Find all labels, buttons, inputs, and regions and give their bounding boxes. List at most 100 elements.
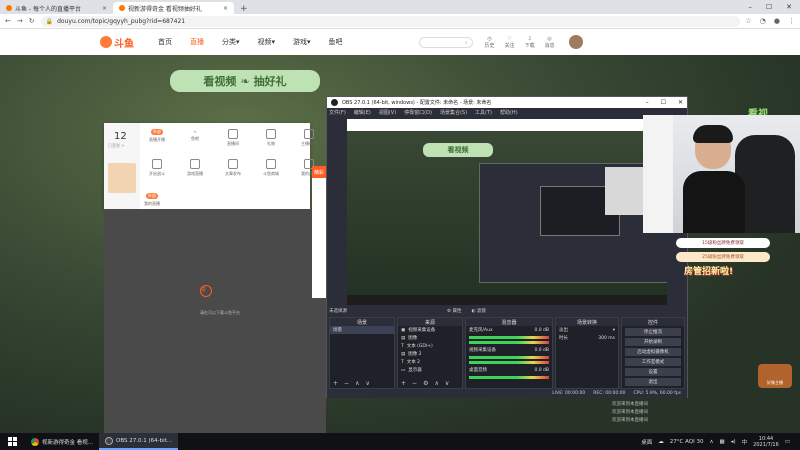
controls-header: 控件 [622, 318, 684, 326]
source-item[interactable]: ▤ 图像 2 [398, 350, 462, 358]
fan-badge-banner-1[interactable]: 15级粉丝牌免费领取 [676, 238, 770, 248]
browser-tab-active[interactable]: 视新游得奇金 看视频抽好礼 × [113, 2, 234, 14]
dropdown-item[interactable]: 斗鱼商城 [258, 159, 284, 177]
profile-icon[interactable]: ● [774, 17, 780, 25]
obs-minimize-icon[interactable]: – [646, 99, 649, 106]
remove-icon[interactable]: − [344, 380, 349, 387]
obs-menu-scene-collection[interactable]: 场景集合(S) [440, 109, 467, 116]
remove-icon[interactable]: − [412, 380, 417, 387]
add-icon[interactable]: + [333, 380, 338, 387]
ime-indicator[interactable]: 中 [742, 438, 748, 446]
mixer-channel: 麦克风/Aux 0.0 dB [469, 327, 549, 334]
down-icon[interactable]: ∨ [445, 380, 449, 387]
down-icon[interactable]: ∨ [365, 380, 369, 387]
nav-item-yuba[interactable]: 鱼吧 [329, 37, 343, 47]
address-bar[interactable]: 🔒 douyu.com/topic/gqyyh_pubg?rid=687421 [40, 15, 740, 27]
obs-menu-tools[interactable]: 工具(T) [475, 109, 492, 116]
forward-icon[interactable]: → [17, 17, 23, 25]
maximize-icon[interactable]: ☐ [766, 3, 772, 11]
taskbar-app-chrome[interactable]: 视新游得奇金 看视... [25, 433, 99, 450]
source-item[interactable]: T 文本 (GDI+) [398, 342, 462, 350]
dropdown-item[interactable]: ∿ 鱼吧 [182, 129, 208, 147]
weather-text[interactable]: 27°C AQI 30 [670, 439, 704, 445]
nav-item-home[interactable]: 首页 [158, 37, 172, 47]
fan-badge-banner-2[interactable]: 25级粉丝牌免费领取 [676, 252, 770, 262]
gear-icon[interactable]: ⚙ [423, 380, 428, 387]
obs-menu-docks[interactable]: 停靠窗口(D) [404, 109, 432, 116]
obs-menu-view[interactable]: 视图(V) [379, 109, 396, 116]
follow-button[interactable]: ♡ 关注 [505, 36, 515, 49]
network-icon[interactable]: ▦ [720, 439, 725, 445]
streamer-badge[interactable]: 好像主播 [758, 364, 792, 388]
extension-icon[interactable]: ◔ [760, 17, 766, 25]
volume-slider[interactable] [469, 341, 549, 344]
transition-duration[interactable]: 时长 300 ms [556, 334, 618, 342]
obs-close-icon[interactable]: ✕ [678, 99, 683, 106]
obs-menu-edit[interactable]: 编辑(E) [354, 109, 371, 116]
up-icon[interactable]: ∧ [355, 380, 359, 387]
dropdown-item[interactable]: 直播间 [220, 129, 246, 147]
up-icon[interactable]: ∧ [434, 380, 438, 387]
close-window-icon[interactable]: ✕ [786, 3, 792, 11]
dropdown-item[interactable]: 外部 我的直播 [144, 193, 160, 207]
nav-item-game[interactable]: 游戏▾ [293, 37, 311, 47]
new-tab-button[interactable]: + [234, 4, 254, 14]
source-item[interactable]: ▣ 视频采集设备 [398, 326, 462, 334]
settings-button[interactable]: 设置 [625, 368, 681, 376]
unselected-source-label: 未选择源 [329, 309, 347, 314]
windows-start-icon[interactable] [8, 437, 17, 446]
start-recording-button[interactable]: 开始录制 [625, 338, 681, 346]
scene-item[interactable]: 场景 [330, 326, 394, 334]
obs-menu-help[interactable]: 帮助(H) [500, 109, 518, 116]
notification-icon[interactable]: ▭ [785, 439, 790, 445]
dropdown-item[interactable]: 开启战斗 [144, 159, 170, 177]
user-avatar[interactable] [568, 35, 583, 49]
virtual-camera-button[interactable]: 启动虚拟摄像机 [625, 348, 681, 356]
douyu-logo[interactable]: 斗鱼 [100, 35, 134, 50]
obs-menu-file[interactable]: 文件(F) [329, 109, 346, 116]
properties-button[interactable]: ⚙ 属性 [447, 308, 461, 314]
star-icon[interactable]: ☆ [746, 17, 752, 25]
dropdown-item[interactable]: 主播任务 [296, 129, 322, 147]
stop-stream-button[interactable]: 停止推流 [625, 328, 681, 336]
studio-mode-button[interactable]: 工作室模式 [625, 358, 681, 366]
history-button[interactable]: ◷ 历史 [485, 36, 495, 49]
source-item[interactable]: ▭ 显示器 [398, 366, 462, 374]
exit-button[interactable]: 退出 [625, 378, 681, 386]
dropdown-item[interactable]: 文章发布 [220, 159, 246, 177]
dropdown-item[interactable]: 礼物 [258, 129, 284, 147]
promo-banner[interactable]: 看视频 ❧ 抽好礼 [170, 70, 320, 92]
obs-preview[interactable]: 看视频 [347, 119, 667, 305]
nav-item-category[interactable]: 分类▾ [222, 37, 240, 47]
message-button[interactable]: ◎ 消息 [545, 36, 555, 49]
dropdown-item[interactable]: 游戏直播 [182, 159, 208, 177]
add-icon[interactable]: + [401, 380, 406, 387]
volume-icon[interactable]: ◂) [731, 439, 736, 445]
signin-label[interactable]: 已签到 > [108, 143, 125, 149]
enter-button[interactable]: 进 [200, 285, 212, 297]
browser-tab[interactable]: 斗鱼 - 每个人的直播平台 × [0, 2, 113, 14]
volume-slider[interactable] [469, 361, 549, 364]
minimize-icon[interactable]: – [748, 3, 752, 11]
nav-item-live[interactable]: 直播 [190, 37, 204, 47]
taskbar-app-obs[interactable]: OBS 27.0.1 (64-bit... [99, 433, 179, 450]
source-item[interactable]: ▤ 图像 [398, 334, 462, 342]
tray-chevron-icon[interactable]: ∧ [709, 439, 713, 445]
search-icon[interactable]: ⌕ [465, 40, 468, 46]
back-icon[interactable]: ← [5, 17, 11, 25]
transition-select[interactable]: 淡出 ▾ [556, 326, 618, 334]
filters-button[interactable]: ◐ 滤镜 [471, 308, 485, 314]
desktop-label[interactable]: 桌面 [641, 438, 652, 446]
tab-close-icon[interactable]: × [223, 5, 228, 12]
dropdown-item[interactable]: 外部 直播开播 [144, 129, 170, 147]
download-button[interactable]: ⇩ 下载 [525, 36, 535, 49]
nav-item-video[interactable]: 视频▾ [258, 37, 276, 47]
side-tab[interactable]: 精彩 [312, 166, 326, 178]
site-search-input[interactable]: ⌕ [418, 36, 473, 48]
obs-maximize-icon[interactable]: ☐ [661, 99, 666, 106]
tab-close-icon[interactable]: × [102, 5, 107, 12]
source-item[interactable]: T 文本 2 [398, 358, 462, 366]
taskbar-clock[interactable]: 10:44 2021/7/16 [753, 436, 779, 448]
menu-icon[interactable]: ⋮ [788, 17, 795, 25]
reload-icon[interactable]: ↻ [29, 17, 35, 25]
